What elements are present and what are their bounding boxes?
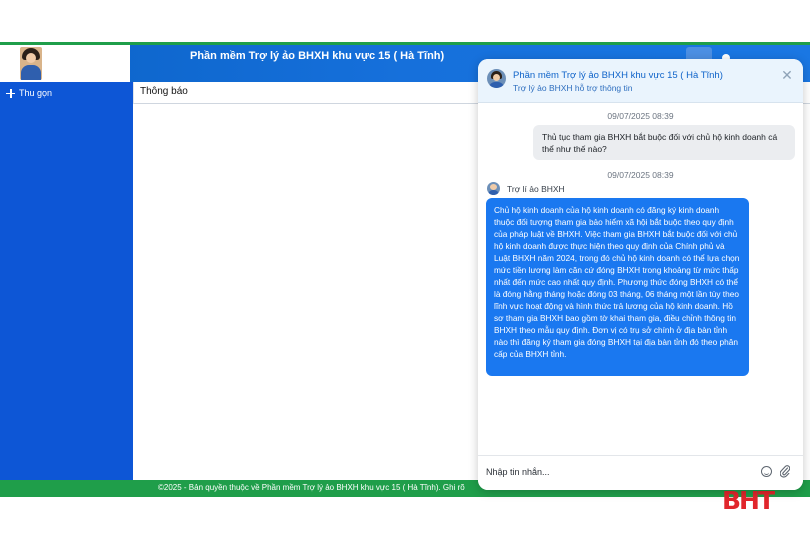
avatar-icon [20,47,42,80]
chat-panel: Phần mềm Trợ lý ảo BHXH khu vực 15 ( Hà … [478,59,803,490]
bot-sender-name: Trợ lí ảo BHXH [507,183,565,194]
sidebar: Thu gọn [0,82,133,480]
message-timestamp: 09/07/2025 08:39 [607,170,674,180]
collapse-icon [6,88,15,98]
footer-copyright: ©2025 - Bản quyền thuộc về Phần mềm Trợ … [158,483,465,492]
header-title: Phần mềm Trợ lý ảo BHXH khu vực 15 ( Hà … [190,50,445,62]
app-window: Phần mềm Trợ lý ảo BHXH khu vực 15 ( Hà … [0,0,810,539]
bot-sender-row: Trợ lí ảo BHXH [487,182,565,195]
logo-area [0,45,130,82]
message-input[interactable] [486,463,746,481]
collapse-label: Thu gọn [19,88,53,98]
emoji-icon[interactable] [761,466,772,477]
assistant-avatar-icon [487,69,506,88]
tab-notifications-label: Thông báo [140,86,188,97]
user-message-bubble: Thủ tục tham gia BHXH bắt buộc đối với c… [533,125,795,160]
paperclip-icon[interactable] [780,464,790,478]
bot-message-bubble: Chủ hộ kinh doanh của hộ kinh doanh có đ… [486,198,749,376]
chat-subtitle: Trợ lý ảo BHXH hỗ trợ thông tin [513,83,633,93]
bot-avatar-icon [487,182,500,195]
watermark-logo: BHT [722,486,775,515]
chat-input-area [478,455,803,490]
chat-header: Phần mềm Trợ lý ảo BHXH khu vực 15 ( Hà … [478,59,803,103]
message-timestamp: 09/07/2025 08:39 [607,111,674,121]
collapse-button[interactable]: Thu gọn [6,88,52,98]
close-icon[interactable]: ✕ [779,67,795,83]
chat-title: Phần mềm Trợ lý ảo BHXH khu vực 15 ( Hà … [513,70,723,81]
